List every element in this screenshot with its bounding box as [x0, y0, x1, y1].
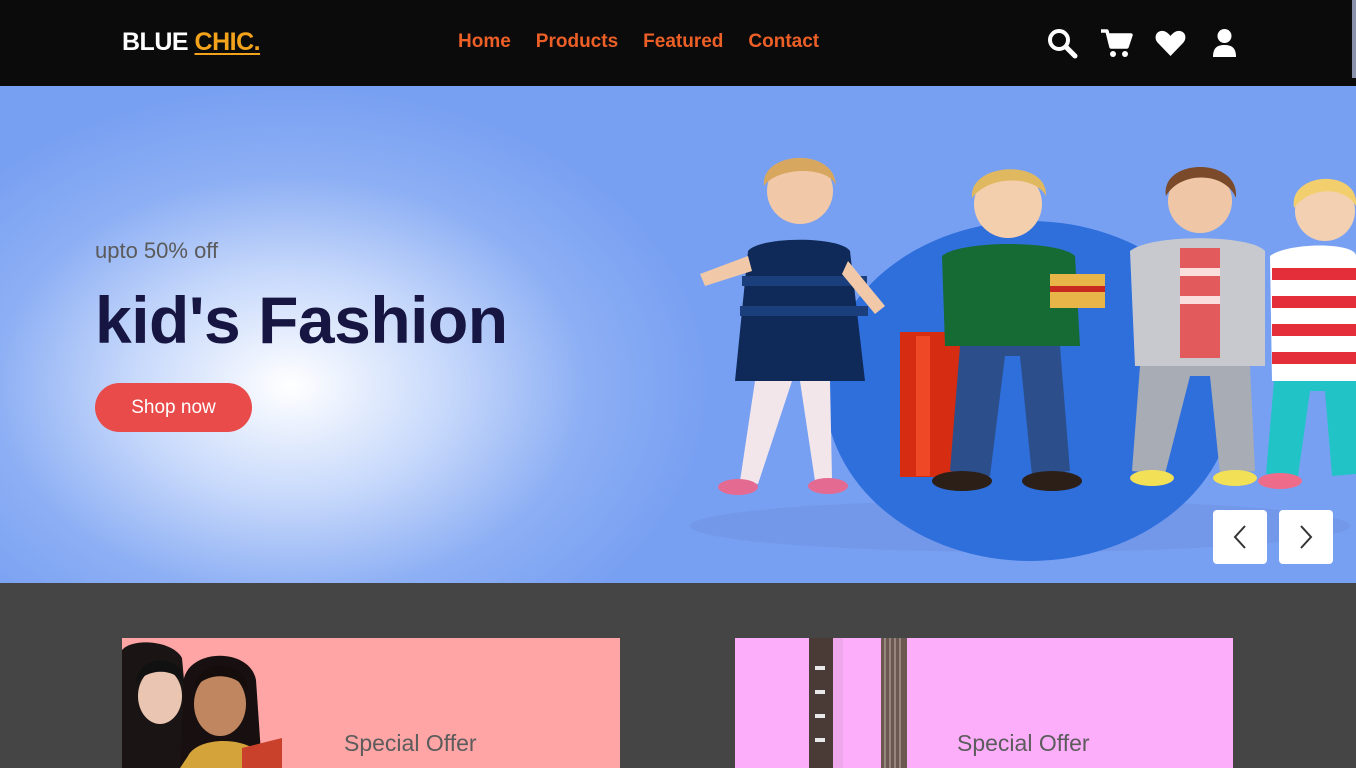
offer-card-women[interactable]: Special Offer: [122, 638, 620, 768]
hero-slider: upto 50% off kid's Fashion Shop now: [0, 86, 1356, 583]
page-edge: [1352, 0, 1356, 78]
logo[interactable]: BLUE CHIC.: [122, 28, 261, 57]
hero-subtitle: upto 50% off: [95, 238, 219, 263]
logo-accent: CHIC.: [194, 28, 261, 56]
nav-contact-link[interactable]: Contact: [748, 31, 819, 53]
header-icons: [1046, 27, 1241, 59]
shop-now-button[interactable]: Shop now: [95, 383, 252, 432]
carousel-prev-button[interactable]: [1213, 510, 1267, 564]
search-icon[interactable]: [1046, 27, 1079, 59]
offer-label: Special Offer: [344, 730, 477, 756]
chevron-right-icon: [1300, 525, 1313, 549]
offer-label: Special Offer: [957, 730, 1090, 756]
chevron-left-icon: [1233, 525, 1246, 549]
hero-title: kid's Fashion: [95, 283, 508, 357]
nav-products-link[interactable]: Products: [536, 31, 618, 53]
heart-icon[interactable]: [1154, 27, 1187, 59]
main-nav: Home Products Featured Contact: [458, 31, 819, 53]
cart-icon[interactable]: [1100, 27, 1133, 59]
logo-main: BLUE: [122, 28, 189, 56]
offer-women-image: [122, 642, 282, 768]
user-icon[interactable]: [1208, 27, 1241, 59]
nav-featured-link[interactable]: Featured: [643, 31, 723, 53]
offer-guitar-image: [809, 638, 907, 768]
nav-home-link[interactable]: Home: [458, 31, 511, 53]
site-header: BLUE CHIC. Home Products Featured Contac…: [0, 0, 1356, 86]
carousel-next-button[interactable]: [1279, 510, 1333, 564]
offer-card-guitar[interactable]: Special Offer: [735, 638, 1233, 768]
